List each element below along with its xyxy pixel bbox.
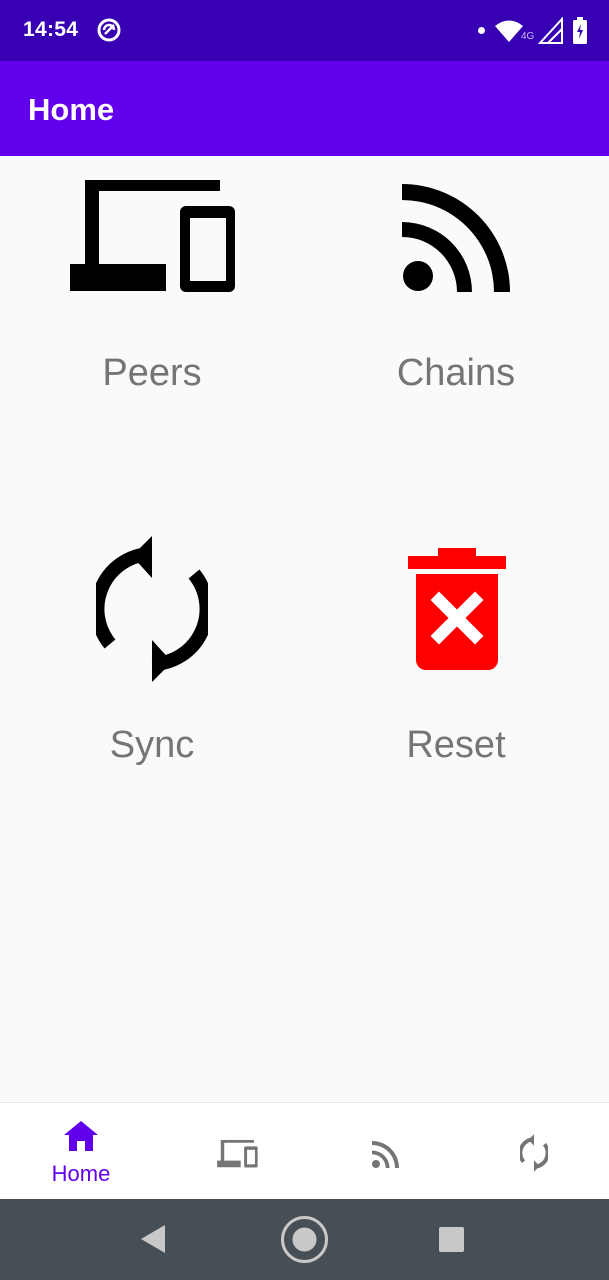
- sync-icon: [96, 536, 208, 682]
- devices-icon: [70, 180, 235, 292]
- sync-icon: [520, 1134, 548, 1172]
- chains-tile[interactable]: Chains: [304, 158, 608, 528]
- status-bar: 14:54 4G: [0, 0, 609, 61]
- nav-item-chains[interactable]: [308, 1103, 460, 1200]
- tile-label: Chains: [396, 352, 516, 394]
- status-time: 14:54: [23, 18, 79, 41]
- back-icon[interactable]: [141, 1225, 167, 1253]
- tile-label: Peers: [102, 352, 202, 394]
- tile-label: Reset: [406, 724, 506, 766]
- battery-charging-icon: [573, 17, 587, 44]
- nav-item-label: Home: [51, 1161, 111, 1186]
- rss-feed-icon: [372, 1141, 399, 1168]
- home-icon: [64, 1121, 98, 1151]
- system-navigation-bar: [0, 1199, 609, 1280]
- nav-item-sync[interactable]: [457, 1103, 609, 1200]
- reset-tile[interactable]: Reset: [304, 528, 608, 898]
- page-title: Home: [28, 92, 115, 127]
- cell-signal-icon: [538, 17, 563, 44]
- network-type-label: 4G: [521, 31, 535, 42]
- bottom-navigation: Home: [0, 1102, 609, 1200]
- delete-forever-icon: [408, 548, 506, 670]
- dot-indicator: [478, 27, 485, 34]
- devices-icon: [217, 1140, 258, 1168]
- sync-tile[interactable]: Sync: [0, 528, 304, 898]
- rss-feed-icon: [402, 184, 510, 292]
- nav-item-peers[interactable]: [161, 1103, 313, 1200]
- home-circle-icon[interactable]: [280, 1215, 329, 1264]
- nav-item-home[interactable]: Home: [5, 1103, 157, 1200]
- peers-tile[interactable]: Peers: [0, 158, 304, 528]
- recents-icon[interactable]: [439, 1227, 464, 1252]
- wifi-icon: [495, 20, 523, 42]
- app-notification-icon: [97, 18, 121, 42]
- tile-label: Sync: [109, 724, 195, 766]
- app-bar: Home: [0, 61, 609, 156]
